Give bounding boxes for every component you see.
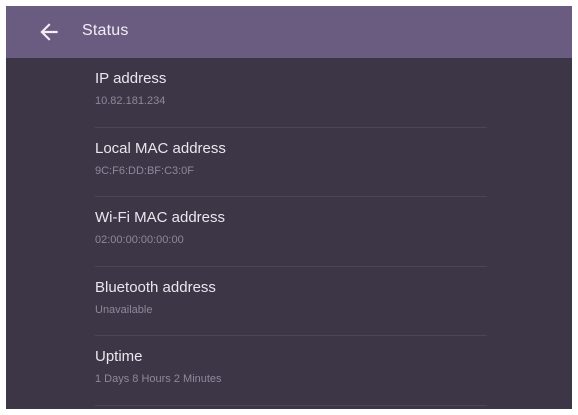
list-item-wifi-mac-address[interactable]: Wi-Fi MAC address 02:00:00:00:00:00	[95, 197, 487, 267]
status-screen: Status IP address 10.82.181.234 Local MA…	[6, 6, 572, 409]
item-title: Local MAC address	[95, 139, 226, 157]
item-title: IP address	[95, 70, 167, 87]
arrow-left-icon	[40, 23, 58, 41]
list-item-uptime[interactable]: Uptime 1 Days 8 Hours 2 Minutes	[95, 336, 487, 406]
item-title: Bluetooth address	[95, 278, 216, 296]
list-item-bluetooth-address[interactable]: Bluetooth address Unavailable	[95, 267, 487, 336]
item-title: Uptime	[95, 348, 143, 365]
page-title: Status	[82, 22, 129, 39]
list-item-local-mac-address[interactable]: Local MAC address 9C:F6:DD:BF:C3:0F	[95, 128, 487, 197]
list-item-ip-address[interactable]: IP address 10.82.181.234	[95, 58, 487, 128]
status-list: IP address 10.82.181.234 Local MAC addre…	[6, 58, 572, 406]
item-value: 10.82.181.234	[95, 95, 166, 107]
app-bar: Status	[6, 6, 572, 58]
item-title: Wi-Fi MAC address	[95, 209, 226, 226]
item-value: 1 Days 8 Hours 2 Minutes	[95, 373, 222, 385]
back-button[interactable]	[36, 19, 62, 45]
item-value: Unavailable	[95, 303, 153, 316]
item-value: 02:00:00:00:00:00	[95, 234, 184, 246]
item-value: 9C:F6:DD:BF:C3:0F	[95, 164, 195, 177]
